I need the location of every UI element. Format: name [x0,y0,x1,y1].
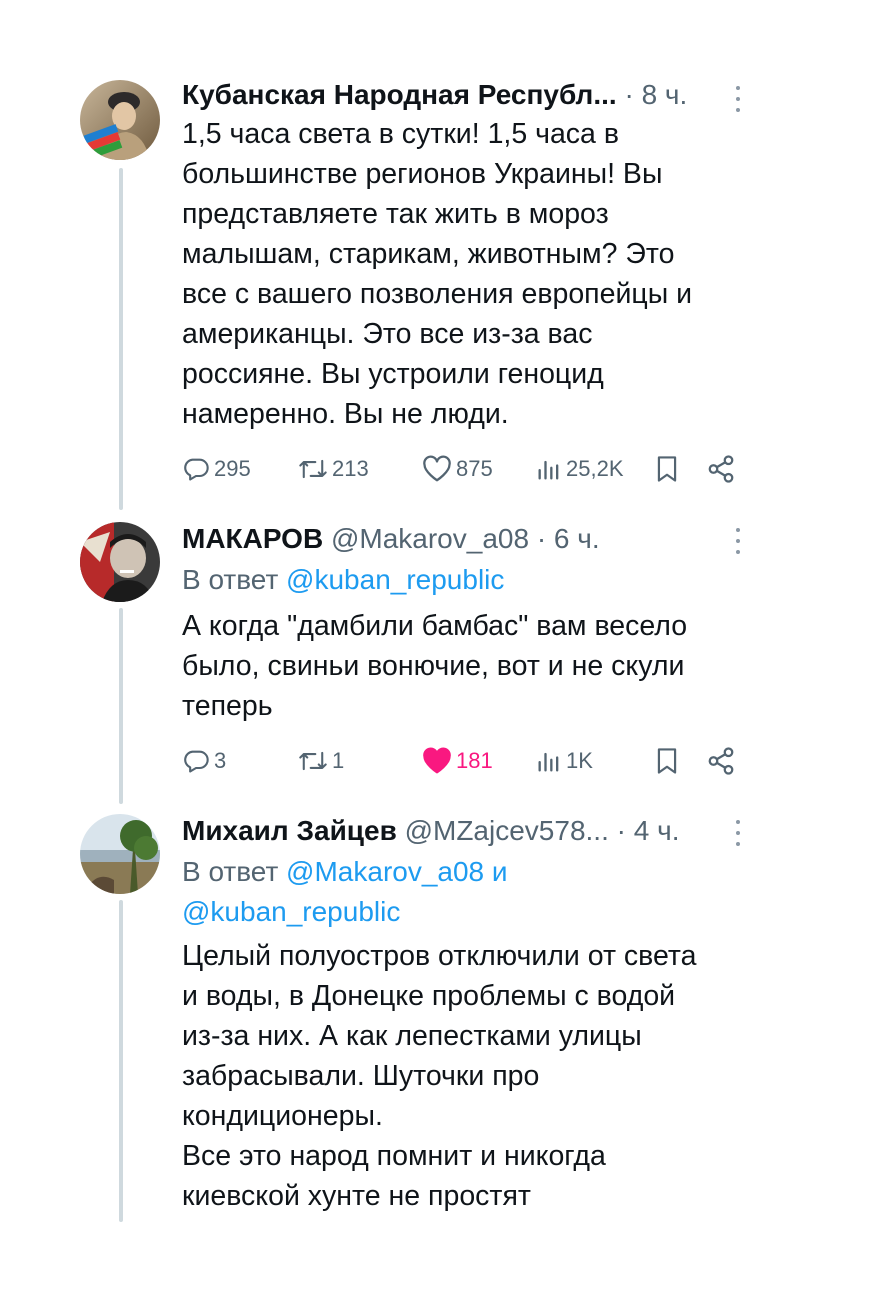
repost-button[interactable]: 1 [298,744,344,778]
author-handle[interactable]: @MZajcev578... [405,815,609,846]
avatar[interactable] [80,522,160,602]
heart-icon [423,747,451,774]
avatar[interactable] [80,814,160,894]
separator: · [536,523,547,554]
reply-context: В ответ @Makarov_a08 и @kuban_republic [182,852,742,932]
share-button[interactable] [706,744,736,778]
timestamp[interactable]: 4 ч. [634,815,680,846]
author-name[interactable]: Михаил Зайцев [182,815,397,846]
thread-line [119,900,123,1222]
avatar[interactable] [80,80,160,160]
views-icon [538,460,559,480]
share-button[interactable] [706,452,736,486]
bookmark-icon [657,748,677,774]
bookmark-button[interactable] [654,452,680,486]
reply-prefix: В ответ [182,564,279,595]
like-count: 875 [456,456,493,481]
tweet-text: А когда "дамбили бамбас" вам весело было… [182,610,688,722]
thread-line [119,608,123,804]
tweet-header: Михаил Зайцев @MZajcev578... · 4 ч. [182,814,742,848]
reply-prefix: В ответ [182,856,279,887]
tweet-actions: 295 213 875 25,2K [182,452,742,486]
comment-icon [184,458,209,481]
timestamp[interactable]: 8 ч. [642,79,688,110]
like-button[interactable]: 875 [422,452,493,486]
views-count: 25,2K [566,456,624,481]
bookmark-icon [657,456,677,482]
share-icon [708,455,734,483]
tweet-header: Кубанская Народная Республ... · 8 ч. [182,78,742,112]
views-button[interactable]: 25,2K [536,452,624,486]
author-name[interactable]: Кубанская Народная Республ... [182,79,617,110]
separator: · [624,79,634,110]
more-icon[interactable] [728,526,748,556]
like-button[interactable]: 181 [422,744,493,778]
reply-context: В ответ @kuban_republic [182,560,742,600]
repost-count: 213 [332,456,369,481]
reply-button[interactable]: 3 [182,744,226,778]
repost-button[interactable]: 213 [298,452,369,486]
repost-icon [299,459,327,479]
more-icon[interactable] [728,818,748,848]
reply-button[interactable]: 295 [182,452,251,486]
heart-icon [423,455,451,482]
views-icon [538,752,559,772]
views-count: 1K [566,748,593,773]
reply-count: 3 [214,748,227,773]
tweet-header: МАКАРОВ @Makarov_a08 · 6 ч. [182,522,742,556]
mention-link[interactable]: @kuban_republic [182,896,400,927]
more-icon[interactable] [728,84,748,114]
repost-icon [299,751,327,771]
repost-count: 1 [332,748,345,773]
tweet-text: 1,5 часа света в сутки! 1,5 часа в больш… [182,118,693,430]
mention-link[interactable]: @Makarov_a08 [286,856,484,887]
reply-count: 295 [214,456,251,481]
mention-link[interactable]: @kuban_republic [286,564,504,595]
reply-and: и [491,856,508,887]
thread-line [119,168,123,510]
share-icon [708,747,734,775]
tweet-actions: 3 1 181 1K [182,744,742,778]
bookmark-button[interactable] [654,744,680,778]
comment-icon [184,750,209,773]
views-button[interactable]: 1K [536,744,593,778]
separator: · [616,815,626,846]
tweet-text: Целый полуостров отключили от света и во… [182,940,697,1212]
timestamp[interactable]: 6 ч. [554,523,600,554]
like-count: 181 [456,748,493,773]
author-handle[interactable]: @Makarov_a08 [331,523,529,554]
author-name[interactable]: МАКАРОВ [182,523,323,554]
